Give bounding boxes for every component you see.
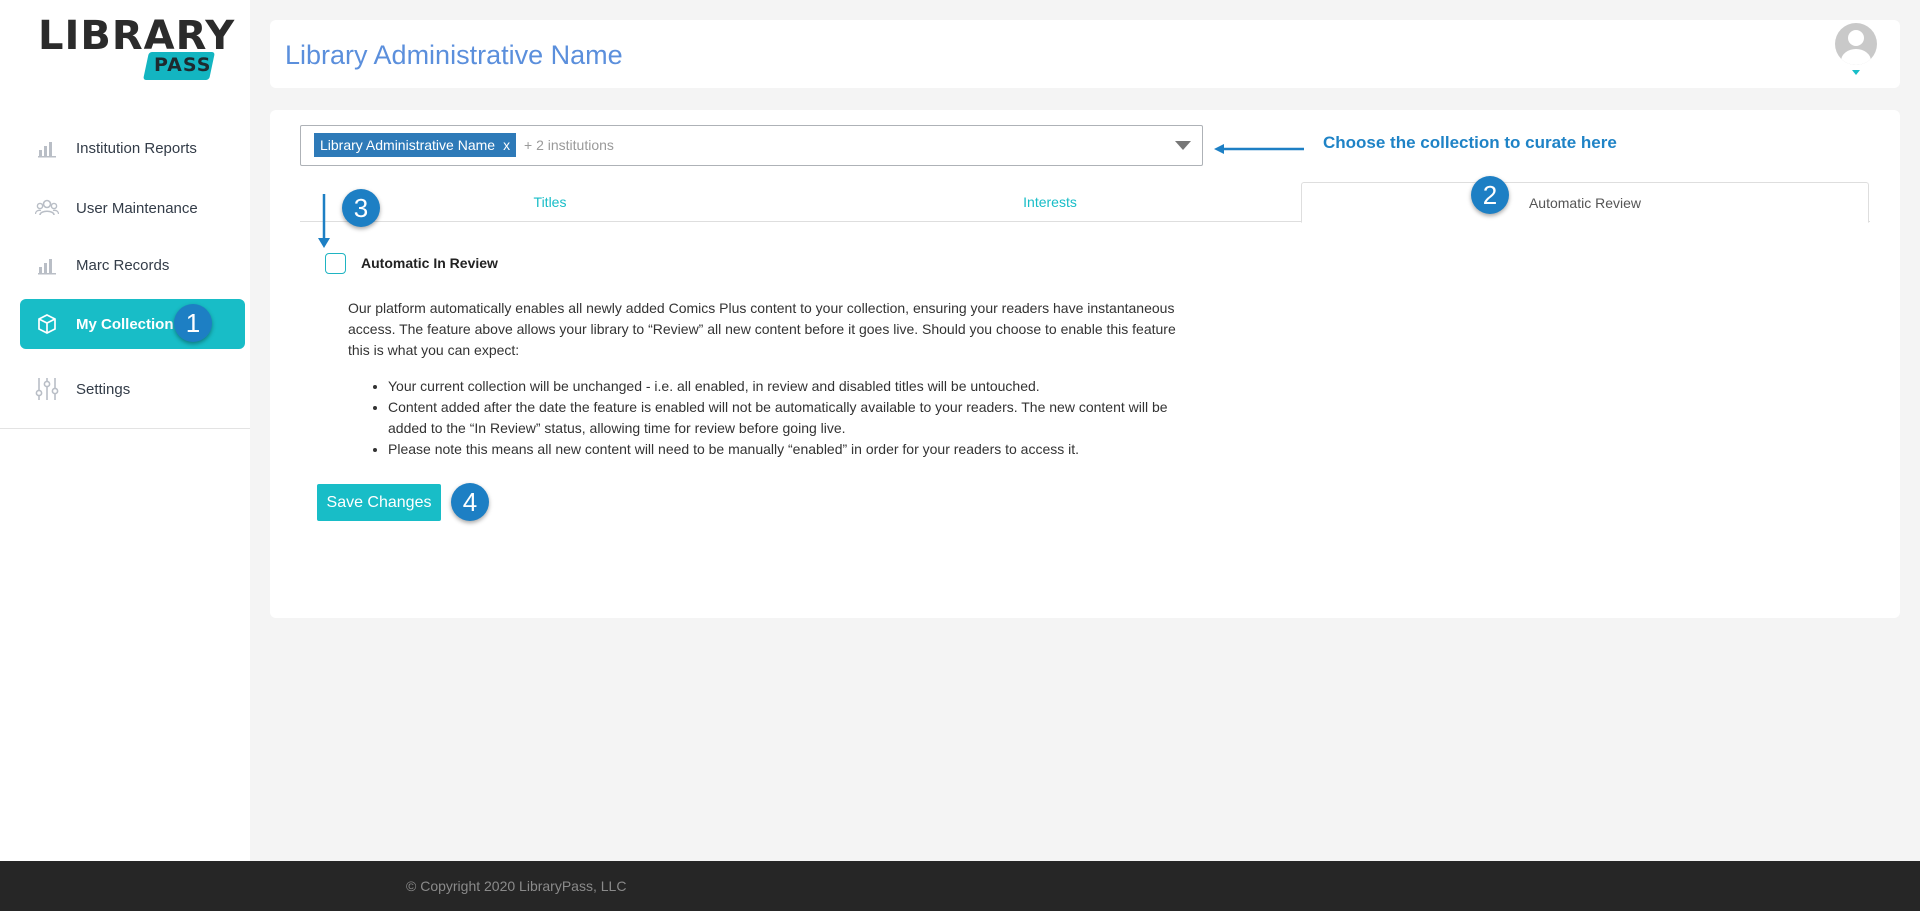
annotation-step-4: 4 [451,483,489,521]
box-icon [34,311,60,337]
automatic-in-review-label: Automatic In Review [361,255,498,271]
selected-collection-chip: Library Administrative Name x [314,133,517,157]
collection-select[interactable]: Library Administrative Name x + 2 instit… [300,125,1203,166]
sidebar-item-label: Marc Records [76,256,170,274]
footer: © Copyright 2020 LibraryPass, LLC [0,861,1920,911]
bar-chart-icon [34,135,60,161]
sidebar-item-user-maintenance[interactable]: User Maintenance [20,183,245,233]
chip-remove-button[interactable]: x [503,137,510,153]
sidebar-item-settings[interactable]: Settings [20,364,245,414]
annotation-step-1: 1 [174,304,212,342]
librarypass-logo[interactable]: LIBRARY PASS [38,13,236,84]
arrow-down-icon [318,194,330,248]
feature-expectations-list: Your current collection will be unchange… [388,376,1198,460]
sidebar-item-label: My Collection [76,315,174,333]
sidebar-item-label: User Maintenance [76,199,198,217]
sidebar-item-institution-reports[interactable]: Institution Reports [20,123,245,173]
arrow-left-icon [1214,144,1304,154]
list-item: Your current collection will be unchange… [388,376,1198,397]
page-title: Library Administrative Name [285,40,623,70]
dropdown-caret-icon[interactable] [1175,141,1191,150]
list-item: Please note this means all new content w… [388,439,1198,460]
annotation-step-2: 2 [1471,176,1509,214]
logo-word: LIBRARY [38,13,236,59]
automatic-in-review-checkbox[interactable] [325,253,346,274]
main-card: Library Administrative Name x + 2 instit… [270,110,1900,618]
collection-hint: Choose the collection to curate here [1323,133,1617,152]
logo-sub: PASS [154,54,212,76]
more-institutions-text: + 2 institutions [524,137,614,153]
users-icon [34,195,60,221]
header-card: Library Administrative Name [270,20,1900,88]
save-changes-button[interactable]: Save Changes [317,484,441,521]
sidebar-item-label: Settings [76,380,131,398]
sidebar: LIBRARY PASS Institution Reports User Ma… [0,0,250,861]
tab-interests[interactable]: Interests [800,182,1300,222]
sidebar-item-marc-records[interactable]: Marc Records [20,240,245,290]
annotation-step-3: 3 [342,189,380,227]
chevron-down-icon[interactable] [1852,70,1860,75]
chip-label: Library Administrative Name [320,137,496,153]
sliders-icon [34,376,60,402]
list-item: Content added after the date the feature… [388,397,1198,439]
sidebar-item-label: Institution Reports [76,139,197,157]
sidebar-divider [0,428,250,429]
tab-automatic-review[interactable]: Automatic Review [1301,182,1869,223]
feature-description: Our platform automatically enables all n… [348,300,1176,358]
tabs: Titles Interests Automatic Review [300,182,1870,223]
user-avatar-icon[interactable] [1835,23,1877,65]
copyright-text: © Copyright 2020 LibraryPass, LLC [406,878,627,894]
bar-chart-icon [34,252,60,278]
